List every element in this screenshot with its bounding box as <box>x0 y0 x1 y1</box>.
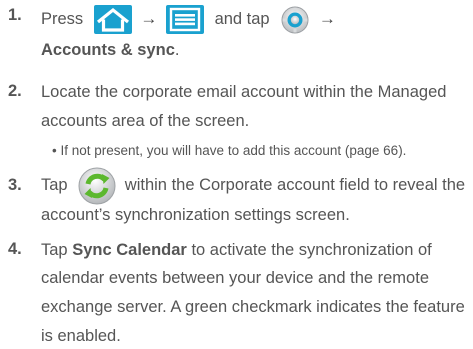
step-3-line-1-text: within the Corporate account field to re… <box>124 176 466 194</box>
menu-icon <box>165 5 204 35</box>
step-number: 2. <box>8 82 22 100</box>
step-number: 1. <box>8 6 22 24</box>
step-4-line-1-text: to activate the synchronization of <box>191 241 432 259</box>
tap-label: Tap <box>41 241 68 259</box>
step-4-line-1: Tap Sync Calendar to activate the synchr… <box>41 240 432 260</box>
step-3-line-1: Tap within the Corporate account field t… <box>41 166 465 205</box>
step-number: 3. <box>8 176 22 194</box>
step-3-line-2: account’s synchronization settings scree… <box>41 206 350 224</box>
step-4-line-2: calendar events between your device and … <box>41 269 429 287</box>
step-2-line-1: Locate the corporate email account withi… <box>41 83 447 101</box>
step-1-line-2: Accounts & sync. <box>41 40 179 60</box>
sync-calendar-label: Sync Calendar <box>72 241 187 259</box>
and-tap-label: and tap <box>214 10 270 28</box>
period: . <box>174 41 180 59</box>
arrow: → <box>318 9 336 28</box>
step-4-line-4: is enabled. <box>41 327 121 345</box>
home-icon <box>93 5 132 35</box>
settings-icon <box>280 5 310 35</box>
arrow: → <box>140 9 158 28</box>
press-label: Press <box>41 10 84 28</box>
step-number: 4. <box>8 240 22 258</box>
step-4-line-3: exchange server. A green checkmark indic… <box>41 298 465 316</box>
sync-icon <box>78 167 116 205</box>
tap-label: Tap <box>41 176 68 194</box>
step-2-bullet: • If not present, you will have to add t… <box>52 143 407 158</box>
step-2-line-2: accounts area of the screen. <box>41 112 250 130</box>
step-1-line-1: Press → and tap → <box>41 3 336 35</box>
accounts-sync-label: Accounts & sync <box>41 41 175 59</box>
